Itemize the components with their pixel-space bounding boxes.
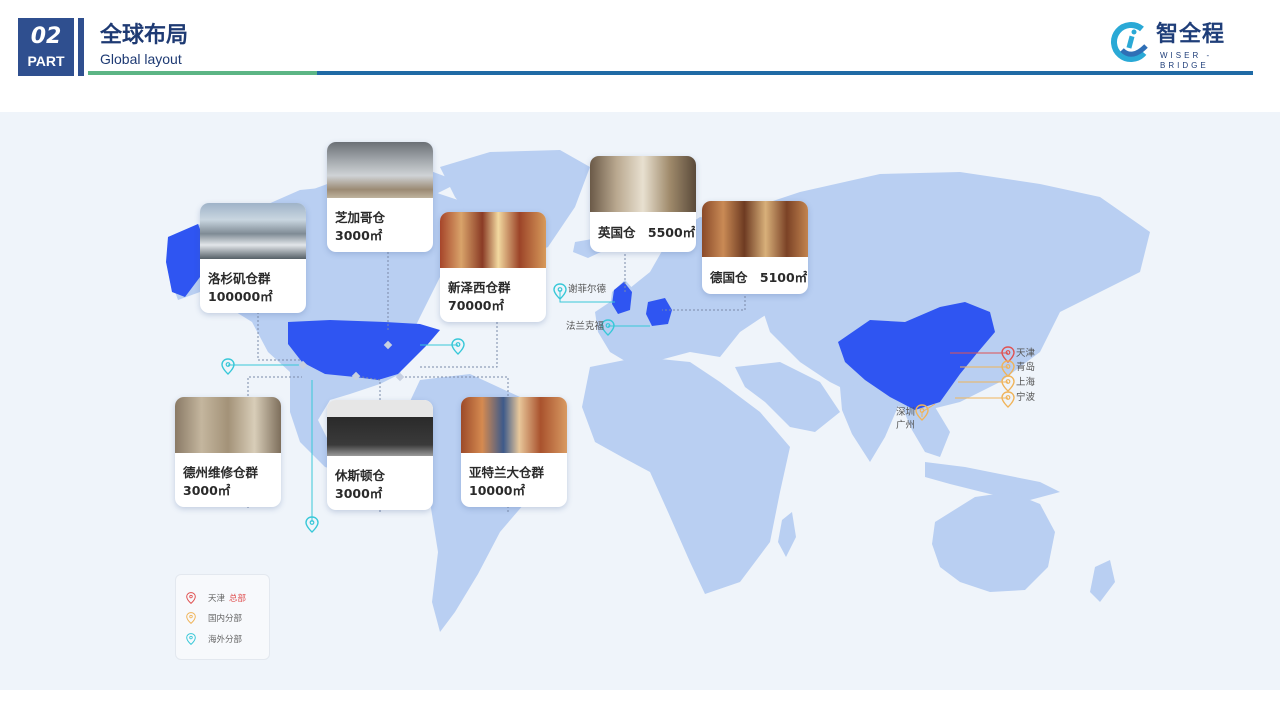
warehouse-card-chicago[interactable]: 芝加哥仓 3000㎡ <box>327 142 433 252</box>
land-madagascar <box>778 512 796 557</box>
header-divider-blue <box>317 71 1253 75</box>
city-label-shenzhen: 深圳 <box>896 407 916 418</box>
warehouse-photo <box>702 201 808 257</box>
land-indonesia <box>925 462 1060 500</box>
warehouse-card-uk[interactable]: 英国仓 5500㎡ <box>590 156 696 252</box>
city-label-tianjin: 天津 <box>1016 348 1036 359</box>
warehouse-area: 5500㎡ <box>647 225 696 240</box>
warehouse-photo <box>327 400 433 456</box>
hq-pin-icon <box>186 592 196 604</box>
city-label-ningbo: 宁波 <box>1016 392 1036 403</box>
warehouse-photo <box>200 203 306 259</box>
city-label-sheffield: 谢菲尔德 <box>568 284 607 295</box>
city-label-guangzhou: 广州 <box>896 420 916 431</box>
warehouse-photo <box>327 142 433 198</box>
warehouse-photo <box>440 212 546 268</box>
logo-text-en: WISER - BRIDGE <box>1160 51 1213 70</box>
header-accent-bar <box>78 18 84 76</box>
warehouse-name: 德国仓 <box>710 270 748 285</box>
legend-hq-city: 天津 <box>208 594 226 604</box>
city-label-qingdao: 青岛 <box>1016 362 1036 373</box>
warehouse-area: 70000㎡ <box>448 298 504 313</box>
logo-mark-icon <box>1111 22 1151 62</box>
legend-hq-tag: 总部 <box>229 594 247 604</box>
warehouse-name: 亚特兰大仓群 <box>469 465 545 480</box>
warehouse-name: 德州维修仓群 <box>183 465 259 480</box>
warehouse-area: 3000㎡ <box>335 486 383 501</box>
land-australia <box>932 492 1055 592</box>
city-label-shanghai: 上海 <box>1016 377 1036 388</box>
warehouse-label: 英国仓 5500㎡ <box>598 222 695 241</box>
warehouse-name: 新泽西仓群 <box>448 280 511 295</box>
overseas-pin-icon <box>186 633 196 645</box>
part-label: PART <box>27 53 65 69</box>
legend-item-domestic: 国内分部 <box>186 611 242 625</box>
page-subtitle: Global layout <box>100 51 182 67</box>
city-label-frankfurt: 法兰克福 <box>566 321 605 332</box>
part-badge: 02 PART <box>18 18 74 76</box>
land-new-zealand <box>1090 560 1115 602</box>
legend-overseas-label: 海外分部 <box>208 635 243 645</box>
warehouse-area: 3000㎡ <box>183 483 231 498</box>
warehouse-photo <box>590 156 696 212</box>
warehouse-area: 10000㎡ <box>469 483 525 498</box>
warehouse-photo <box>461 397 567 453</box>
logo-text-cn: 智全程 <box>1156 22 1226 47</box>
warehouse-card-atlanta[interactable]: 亚特兰大仓群 10000㎡ <box>461 397 567 507</box>
warehouse-name: 英国仓 <box>598 225 636 240</box>
warehouse-name: 休斯顿仓 <box>335 468 386 483</box>
warehouse-card-texas-repair[interactable]: 德州维修仓群 3000㎡ <box>175 397 281 507</box>
domestic-pin-icon <box>186 612 196 624</box>
part-number: 02 <box>30 24 62 49</box>
warehouse-card-germany[interactable]: 德国仓 5100㎡ <box>702 201 808 294</box>
map-legend: 天津 总部 国内分部 海外分部 <box>175 574 270 660</box>
warehouse-area: 5100㎡ <box>759 270 808 285</box>
warehouse-card-los-angeles[interactable]: 洛杉矶仓群 100000㎡ <box>200 203 306 313</box>
legend-item-overseas: 海外分部 <box>186 632 242 646</box>
warehouse-card-new-jersey[interactable]: 新泽西仓群 70000㎡ <box>440 212 546 322</box>
warehouse-area: 100000㎡ <box>208 289 273 304</box>
page-title: 全球布局 <box>100 23 189 48</box>
legend-domestic-label: 国内分部 <box>208 614 243 624</box>
header-divider-green <box>88 71 317 75</box>
warehouse-card-houston[interactable]: 休斯顿仓 3000㎡ <box>327 400 433 510</box>
warehouse-photo <box>175 397 281 453</box>
warehouse-name: 芝加哥仓 <box>335 210 386 225</box>
company-logo: 智全程 WISER - BRIDGE <box>1110 20 1260 70</box>
warehouse-label: 德国仓 5100㎡ <box>710 267 807 286</box>
warehouse-area: 3000㎡ <box>335 228 383 243</box>
legend-item-hq: 天津 总部 <box>186 591 246 605</box>
warehouse-name: 洛杉矶仓群 <box>208 271 271 286</box>
